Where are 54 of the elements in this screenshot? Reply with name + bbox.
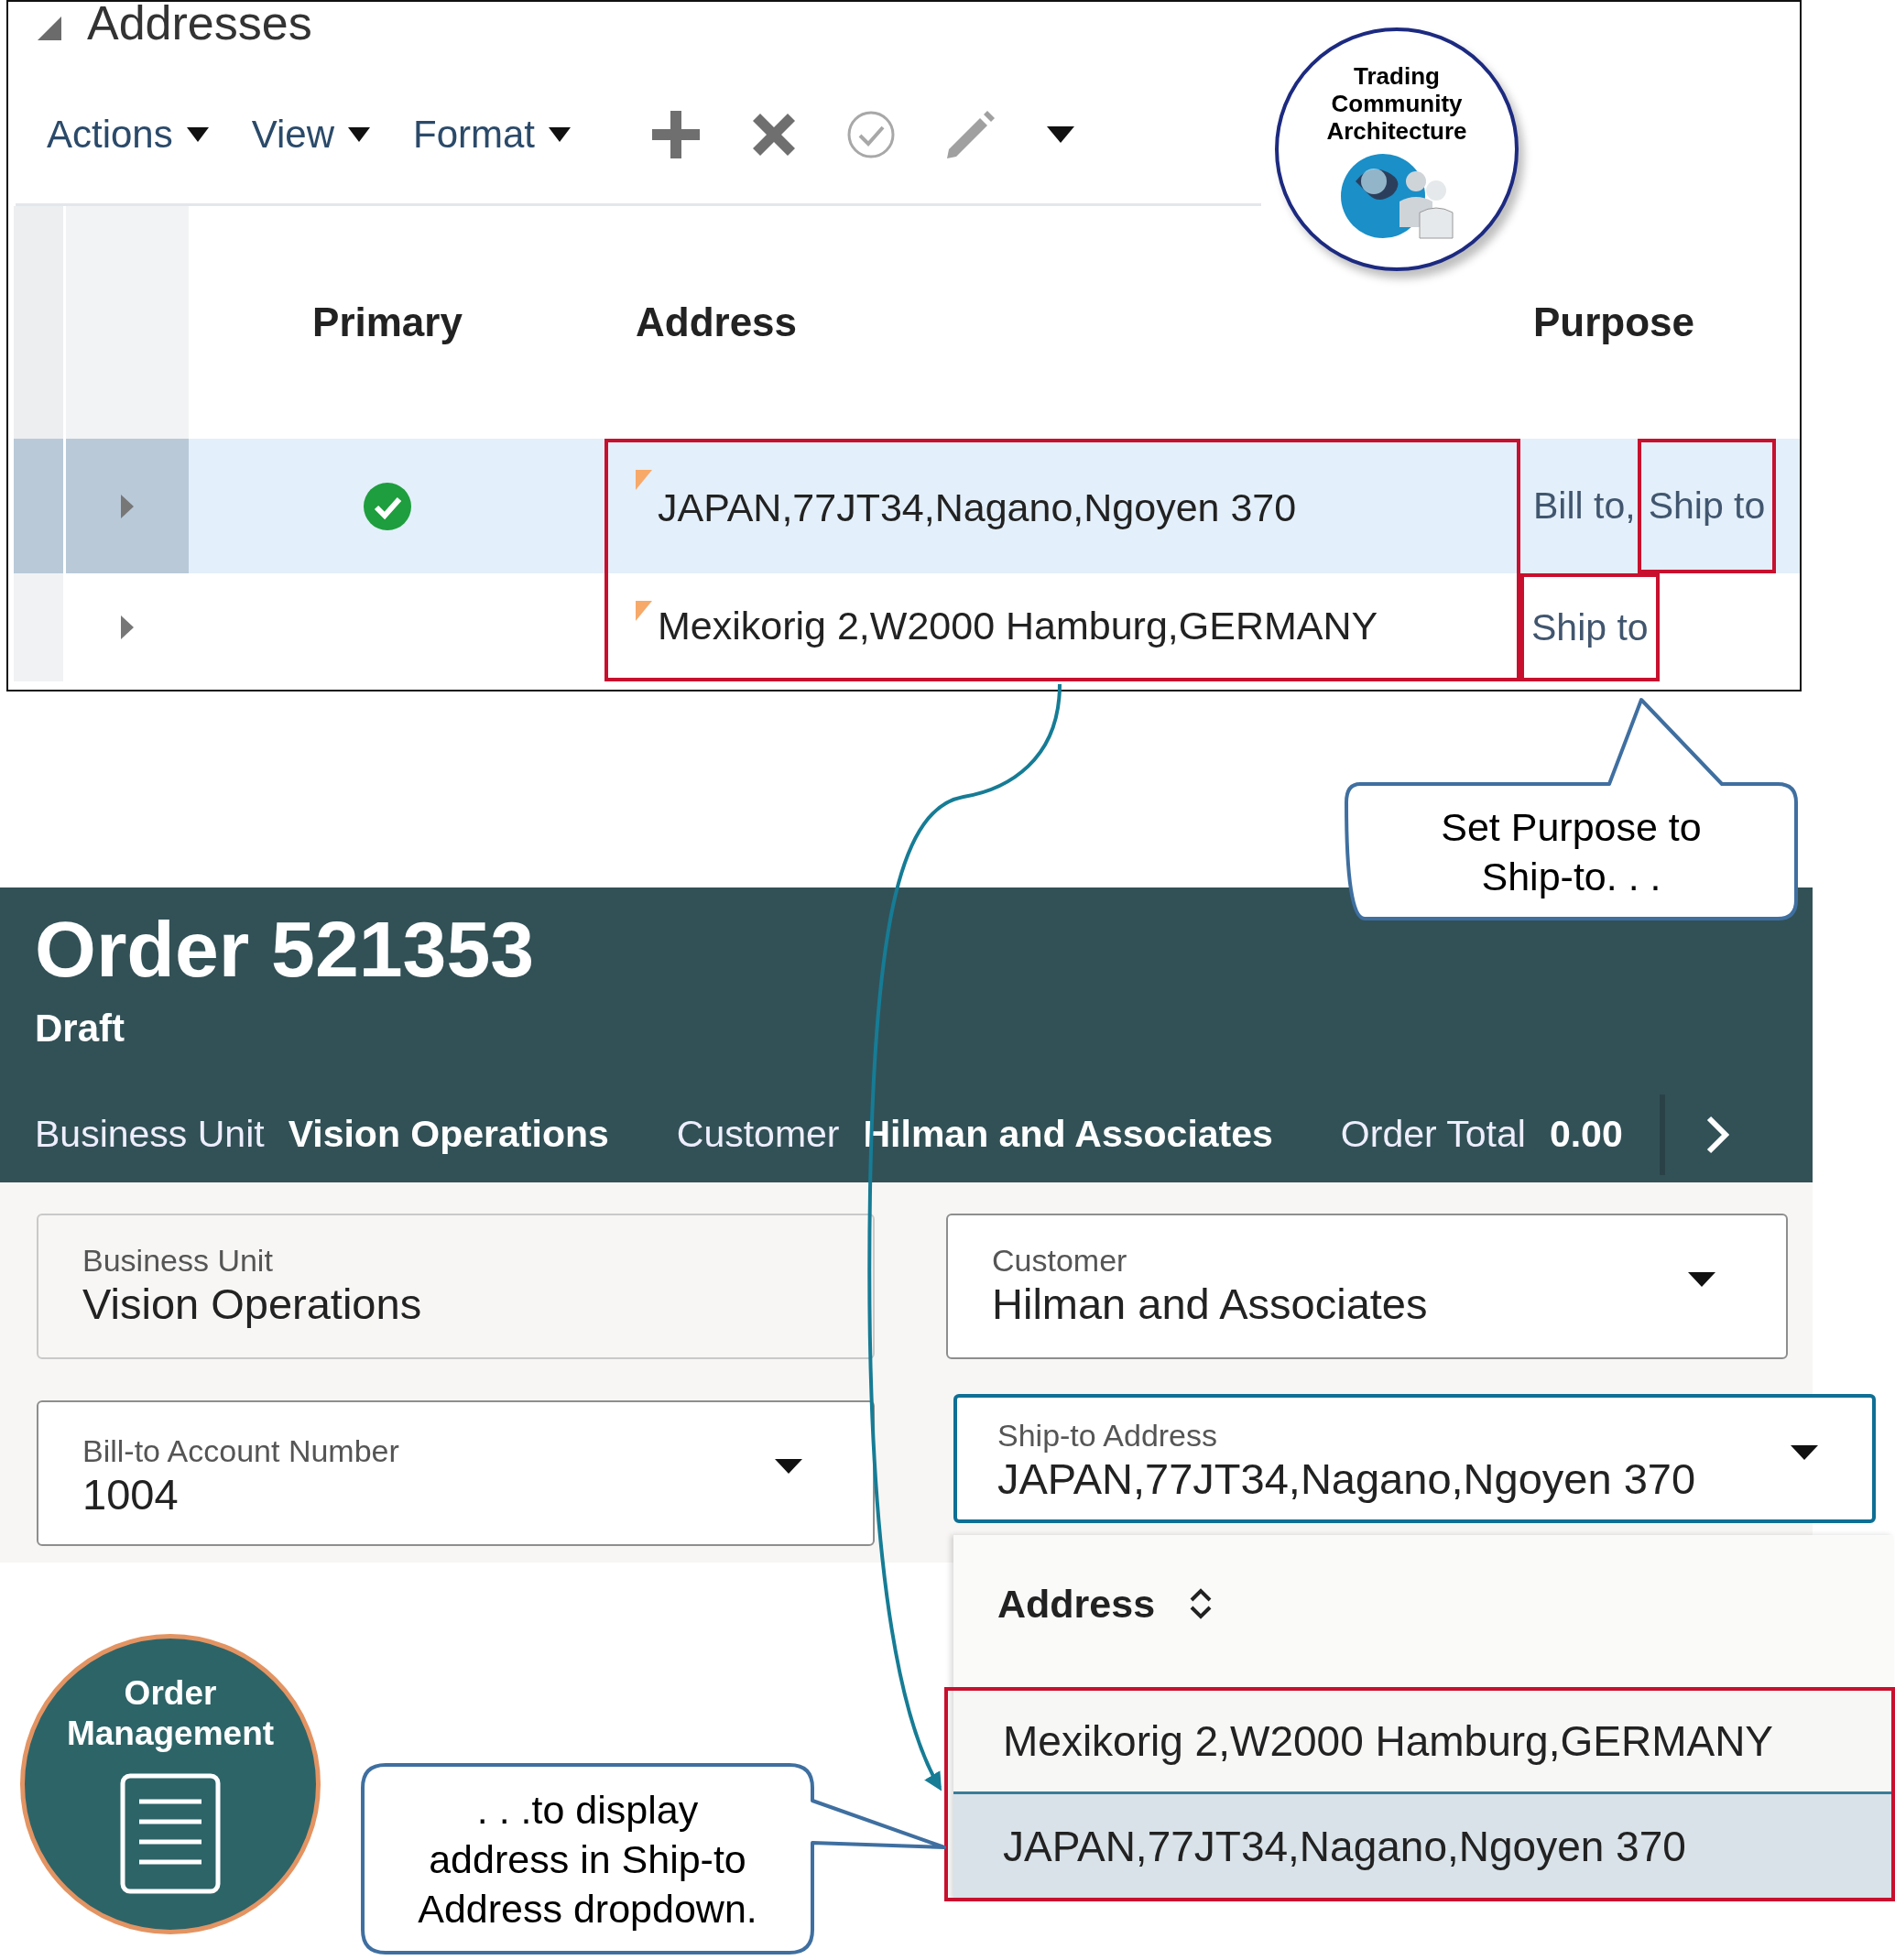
caret-icon[interactable] <box>1046 125 1076 145</box>
field-label: Customer <box>992 1243 1127 1279</box>
dropdown-option[interactable]: JAPAN,77JT34,Nagano,Ngoyen 370 <box>953 1794 1891 1898</box>
dropdown-caret-icon[interactable] <box>1790 1443 1819 1462</box>
section-title: Addresses <box>87 2 312 49</box>
badge-label: Trading Community Architecture <box>1326 62 1467 145</box>
info-value: 0.00 <box>1549 1112 1623 1156</box>
toolbar-menu[interactable]: Actions <box>47 113 210 157</box>
flag-icon <box>636 601 652 621</box>
address-text: Mexikorig 2,W2000 Hamburg,GERMANY <box>658 603 1378 648</box>
purpose-text: Ship to <box>1520 573 1660 681</box>
column-header: Primary <box>312 299 463 345</box>
expand-row-icon[interactable] <box>119 614 136 641</box>
form-field[interactable]: Bill-to Account Number 1004 <box>37 1400 875 1546</box>
order-title: Order 521353 <box>35 904 535 995</box>
caret-icon[interactable] <box>548 125 572 144</box>
info-label: Customer <box>676 1112 840 1156</box>
expand-row-icon[interactable] <box>119 492 136 520</box>
add-icon[interactable] <box>650 109 702 160</box>
form-field[interactable]: Customer Hilman and Associates <box>946 1214 1788 1359</box>
caret-icon[interactable] <box>347 125 371 144</box>
field-value: JAPAN,77JT34,Nagano,Ngoyen 370 <box>997 1454 1696 1504</box>
chevron-right-icon[interactable] <box>1705 1115 1729 1155</box>
column-header: Address <box>997 1581 1156 1627</box>
info-label: Business Unit <box>35 1112 265 1156</box>
callout-text: Set Purpose to Ship-to. . . <box>1441 803 1702 900</box>
field-label: Business Unit <box>82 1243 273 1279</box>
field-value: Hilman and Associates <box>992 1279 1428 1329</box>
column-header: Address <box>636 299 798 345</box>
column-header: Purpose <box>1533 299 1695 345</box>
caret-icon[interactable] <box>185 125 210 144</box>
document-icon <box>119 1772 222 1895</box>
purpose-text: Bill to, <box>1532 484 1637 528</box>
check-circle-icon[interactable] <box>846 110 897 159</box>
callout-text: . . .to display address in Ship-to Address dropdown. <box>418 1786 757 1933</box>
field-value: Vision Operations <box>82 1279 422 1329</box>
field-label: Ship-to Address <box>997 1418 1218 1454</box>
order-status: Draft <box>35 1007 125 1051</box>
toolbar-menu[interactable]: View <box>251 113 371 157</box>
purpose-text: Ship to <box>1637 439 1777 573</box>
form-field[interactable]: Ship-to Address JAPAN,77JT34,Nagano,Ngoyen 370 <box>953 1394 1876 1523</box>
field-value: 1004 <box>82 1469 179 1519</box>
info-label: Order Total <box>1340 1112 1526 1156</box>
dropdown-caret-icon[interactable] <box>774 1457 803 1475</box>
dropdown-caret-icon[interactable] <box>1687 1270 1716 1289</box>
address-text: JAPAN,77JT34,Nagano,Ngoyen 370 <box>658 485 1297 530</box>
flag-icon <box>636 470 652 490</box>
toolbar-menu[interactable]: Format <box>413 113 572 157</box>
dropdown-option[interactable]: Mexikorig 2,W2000 Hamburg,GERMANY <box>953 1691 1891 1794</box>
badge-label: Order Management <box>66 1673 275 1754</box>
info-value: Hilman and Associates <box>863 1112 1273 1156</box>
collapse-triangle-icon[interactable] <box>36 15 63 42</box>
info-value: Vision Operations <box>288 1112 609 1156</box>
field-label: Bill-to Account Number <box>82 1433 399 1469</box>
